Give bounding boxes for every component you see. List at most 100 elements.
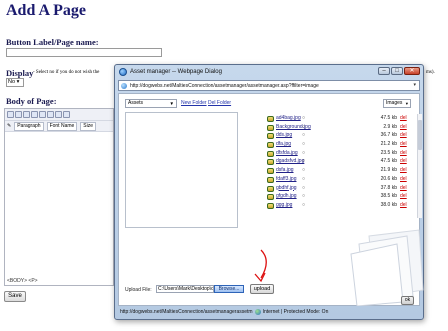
editor-content-area[interactable] bbox=[6, 133, 112, 275]
close-button[interactable]: ✕ bbox=[404, 67, 420, 75]
scrollbar-thumb[interactable] bbox=[418, 120, 422, 150]
rich-text-editor: ✎ Paragraph Font Name Size <BODY> <P> bbox=[4, 108, 114, 286]
image-file-icon bbox=[267, 176, 274, 183]
chevron-down-icon: ▼ bbox=[169, 101, 174, 106]
delete-file-link[interactable]: del bbox=[400, 193, 407, 199]
file-row[interactable]: dgadsfvd.jpg ○ 47.5 kb del bbox=[267, 158, 417, 167]
dialog-titlebar[interactable]: Asset manager -- Webpage Dialog – □ ✕ bbox=[115, 65, 423, 79]
file-row[interactable]: dds.jpg ○ 36.7 kb del bbox=[267, 132, 417, 141]
expand-arrow-icon[interactable]: ○ bbox=[302, 193, 305, 199]
maximize-button[interactable]: □ bbox=[391, 67, 403, 75]
paragraph-dropdown-label: Paragraph bbox=[17, 122, 41, 129]
copy-icon[interactable] bbox=[47, 111, 54, 118]
delete-file-link[interactable]: del bbox=[400, 132, 407, 138]
file-name-link[interactable]: ggg.jpg bbox=[276, 202, 292, 208]
upload-file-input[interactable]: C:\Users\Mark\Desktop\c bbox=[156, 285, 214, 293]
upload-button[interactable]: upload bbox=[250, 284, 274, 294]
status-zone: Internet | Protected Mode: On bbox=[262, 309, 329, 315]
editor-format-toolbar: ✎ Paragraph Font Name Size bbox=[5, 121, 113, 132]
paragraph-dropdown[interactable]: Paragraph bbox=[14, 121, 44, 131]
file-row[interactable]: Background.jpg ○ 2.9 kb del bbox=[267, 124, 417, 133]
file-name-link[interactable]: gfgdh.jpg bbox=[276, 193, 297, 199]
open-icon[interactable] bbox=[7, 111, 14, 118]
file-name-link[interactable]: ad4bag.jpg bbox=[276, 115, 301, 121]
file-row[interactable]: gfgdh.jpg ○ 38.5 kb del bbox=[267, 193, 417, 202]
file-row[interactable]: dfa.jpg ○ 21.2 kb del bbox=[267, 141, 417, 150]
expand-arrow-icon[interactable]: ○ bbox=[302, 176, 305, 182]
display-select[interactable]: No ▾ bbox=[6, 78, 24, 87]
file-name-link[interactable]: dds.jpg bbox=[276, 132, 292, 138]
body-heading: Body of Page: bbox=[6, 96, 57, 106]
dialog-title: Asset manager -- Webpage Dialog bbox=[130, 69, 222, 75]
type-filter-select[interactable]: Images ▾ bbox=[383, 99, 411, 108]
delete-file-link[interactable]: del bbox=[400, 150, 407, 156]
expand-arrow-icon[interactable]: ○ bbox=[302, 141, 305, 147]
spellcheck-icon[interactable] bbox=[31, 111, 38, 118]
file-size: 20.6 kb bbox=[380, 175, 397, 182]
image-file-icon bbox=[267, 150, 274, 157]
file-row[interactable]: ggg.jpg ○ 38.0 kb del bbox=[267, 202, 417, 211]
paste-icon[interactable] bbox=[55, 111, 62, 118]
file-name-link[interactable]: dfa.jpg bbox=[276, 141, 291, 147]
expand-arrow-icon[interactable]: ○ bbox=[302, 132, 305, 138]
page-name-input[interactable] bbox=[6, 48, 162, 57]
file-name-link[interactable]: dfsfda.jpg bbox=[276, 150, 298, 156]
delete-file-link[interactable]: del bbox=[400, 176, 407, 182]
file-row[interactable]: fdaff3.jpg ○ 20.6 kb del bbox=[267, 176, 417, 185]
document-pages-icon bbox=[350, 229, 424, 306]
chevron-down-icon: ▾ bbox=[16, 79, 20, 85]
font-name-dropdown[interactable]: Font Name bbox=[46, 121, 78, 131]
size-dropdown[interactable]: Size bbox=[80, 121, 97, 131]
chevron-down-icon: ▾ bbox=[405, 101, 408, 106]
file-size: 38.5 kb bbox=[380, 193, 397, 200]
delete-file-link[interactable]: del bbox=[400, 124, 407, 130]
image-file-icon bbox=[267, 142, 274, 149]
editor-status-path: <BODY> <P> bbox=[7, 278, 38, 284]
folder-select-value: Assets bbox=[128, 100, 144, 106]
expand-arrow-icon[interactable]: ○ bbox=[302, 115, 305, 121]
expand-arrow-icon[interactable]: ○ bbox=[302, 150, 305, 156]
page-title: Add A Page bbox=[6, 2, 87, 19]
file-name-link[interactable]: fdaff3.jpg bbox=[276, 176, 296, 182]
minimize-button[interactable]: – bbox=[378, 67, 390, 75]
file-name-link[interactable]: dgadsfvd.jpg bbox=[276, 158, 304, 164]
file-row[interactable]: gbdhf.jpg ○ 37.8 kb del bbox=[267, 185, 417, 194]
zoom-icon[interactable] bbox=[15, 111, 22, 118]
image-file-icon bbox=[267, 185, 274, 192]
expand-arrow-icon[interactable]: ○ bbox=[302, 124, 305, 130]
delete-file-link[interactable]: del bbox=[400, 167, 407, 173]
ok-button[interactable]: ok bbox=[401, 296, 414, 305]
file-name-link[interactable]: dsfa.jpg bbox=[276, 167, 294, 173]
expand-arrow-icon[interactable]: ○ bbox=[302, 185, 305, 191]
expand-arrow-icon[interactable]: ○ bbox=[302, 158, 305, 164]
chevron-down-icon[interactable]: ▾ bbox=[413, 82, 416, 88]
delete-file-link[interactable]: del bbox=[400, 202, 407, 208]
type-filter-value: Images bbox=[386, 100, 403, 106]
expand-arrow-icon[interactable]: ○ bbox=[302, 167, 305, 173]
delete-file-link[interactable]: del bbox=[400, 141, 407, 147]
expand-arrow-icon[interactable]: ○ bbox=[302, 202, 305, 208]
file-name-link[interactable]: Background.jpg bbox=[276, 124, 311, 130]
del-folder-link[interactable]: Del Folder bbox=[208, 100, 231, 106]
pencil-icon[interactable]: ✎ bbox=[7, 123, 11, 129]
delete-file-link[interactable]: del bbox=[400, 158, 407, 164]
file-row[interactable]: ad4bag.jpg ○ 47.5 kb del bbox=[267, 115, 417, 124]
new-folder-link[interactable]: New Folder bbox=[181, 100, 207, 106]
annotation-arrow-icon bbox=[254, 249, 267, 283]
image-file-icon bbox=[267, 194, 274, 201]
delete-file-link[interactable]: del bbox=[400, 185, 407, 191]
file-size: 21.9 kb bbox=[380, 167, 397, 174]
save-button[interactable]: Save bbox=[4, 291, 26, 302]
browse-button[interactable]: Browse... bbox=[214, 285, 244, 293]
delete-file-link[interactable]: del bbox=[400, 115, 407, 121]
folder-select[interactable]: Assets ▼ bbox=[125, 99, 177, 108]
display-select-value: No bbox=[8, 79, 16, 85]
file-name-link[interactable]: gbdhf.jpg bbox=[276, 185, 297, 191]
address-bar[interactable]: http://dogwebs.net/MaltiesConnection/ass… bbox=[118, 80, 420, 91]
undo-icon[interactable] bbox=[63, 111, 70, 118]
file-row[interactable]: dfsfda.jpg ○ 23.5 kb del bbox=[267, 150, 417, 159]
cut-icon[interactable] bbox=[39, 111, 46, 118]
print-icon[interactable] bbox=[23, 111, 30, 118]
file-list-scrollbar[interactable] bbox=[417, 114, 422, 218]
file-row[interactable]: dsfa.jpg ○ 21.9 kb del bbox=[267, 167, 417, 176]
